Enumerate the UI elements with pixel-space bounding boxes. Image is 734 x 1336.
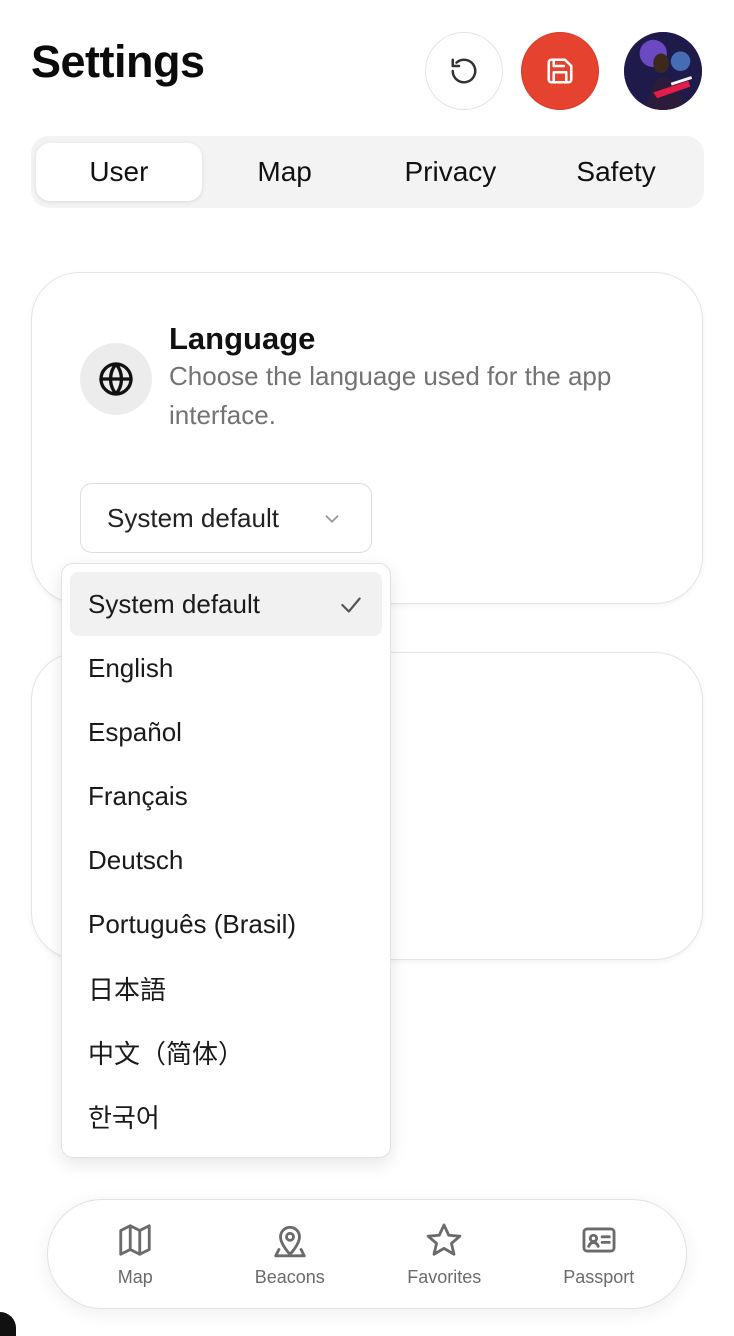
option-label: 日本語 xyxy=(88,974,167,1005)
option-label: Español xyxy=(88,716,182,747)
floppy-disk-icon xyxy=(547,58,573,84)
language-option-espanol[interactable]: Español xyxy=(70,700,382,764)
option-label: Português (Brasil) xyxy=(88,908,297,939)
option-label: Français xyxy=(88,780,188,811)
id-card-icon xyxy=(582,1226,616,1253)
language-option-japanese[interactable]: 日本語 xyxy=(70,956,382,1020)
map-pin-icon xyxy=(274,1225,306,1257)
option-label: Deutsch xyxy=(88,844,184,875)
language-option-chinese[interactable]: 中文（简体） xyxy=(70,1020,382,1084)
user-avatar-photo xyxy=(624,32,702,110)
tab-safety[interactable]: Safety xyxy=(533,143,699,201)
tab-privacy[interactable]: Privacy xyxy=(368,143,534,201)
bottom-nav: Map Beacons Favorites Passport xyxy=(47,1199,687,1309)
reset-button[interactable] xyxy=(425,32,503,110)
tab-map[interactable]: Map xyxy=(202,143,368,201)
option-label: System default xyxy=(88,588,260,619)
chevron-down-icon xyxy=(325,515,339,523)
language-dropdown: System default English Español Français … xyxy=(61,563,391,1158)
settings-tabs: User Map Privacy Safety xyxy=(31,136,704,208)
language-description: Choose the language used for the app int… xyxy=(169,361,612,430)
language-option-korean[interactable]: 한국어 xyxy=(70,1084,382,1148)
language-select-value: System default xyxy=(107,502,279,533)
option-label: 한국어 xyxy=(88,1102,160,1133)
globe-icon xyxy=(99,362,133,396)
nav-item-favorites[interactable]: Favorites xyxy=(379,1221,509,1288)
nav-label: Map xyxy=(117,1266,153,1287)
language-select[interactable]: System default xyxy=(80,483,372,553)
nav-item-passport[interactable]: Passport xyxy=(534,1221,664,1288)
star-icon xyxy=(426,1223,462,1256)
globe-icon-container xyxy=(80,343,152,415)
rotate-ccw-icon xyxy=(451,58,477,84)
language-option-system-default[interactable]: System default xyxy=(70,572,382,636)
nav-label: Beacons xyxy=(254,1266,325,1287)
check-icon xyxy=(341,597,361,613)
nav-label: Favorites xyxy=(407,1266,482,1287)
page-title: Settings xyxy=(31,36,205,87)
tab-user[interactable]: User xyxy=(36,143,202,201)
avatar[interactable] xyxy=(624,32,702,110)
language-option-francais[interactable]: Français xyxy=(70,764,382,828)
language-option-deutsch[interactable]: Deutsch xyxy=(70,828,382,892)
language-title: Language xyxy=(169,321,316,356)
window-corner xyxy=(0,1312,16,1336)
option-label: English xyxy=(88,652,174,683)
language-option-portugues[interactable]: Português (Brasil) xyxy=(70,892,382,956)
nav-item-map[interactable]: Map xyxy=(70,1221,200,1288)
language-option-english[interactable]: English xyxy=(70,636,382,700)
nav-label: Passport xyxy=(563,1266,635,1287)
save-button[interactable] xyxy=(521,32,599,110)
nav-item-beacons[interactable]: Beacons xyxy=(225,1221,355,1288)
option-label: 中文（简体） xyxy=(88,1038,245,1069)
map-icon xyxy=(119,1223,151,1256)
language-card: Language Choose the language used for th… xyxy=(31,272,703,604)
